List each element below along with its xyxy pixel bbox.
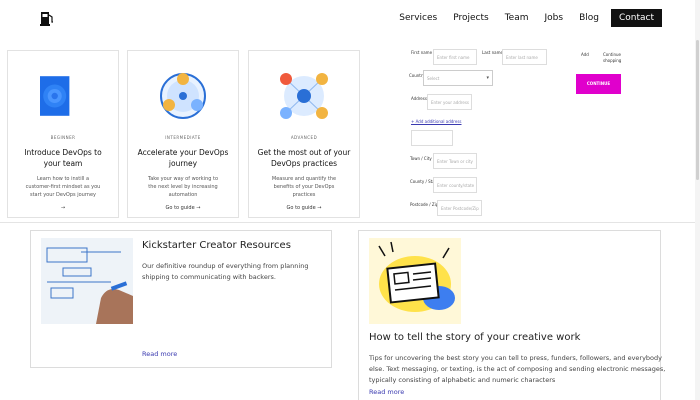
nav-projects[interactable]: Projects <box>445 9 496 27</box>
card-level: BEGINNER <box>50 135 76 140</box>
city-label: Town / City * <box>410 156 436 161</box>
card-title: Accelerate your DevOps journey <box>137 148 229 168</box>
add-additional-address-link[interactable]: + Add additional address <box>411 119 462 124</box>
chevron-down-icon: ▾ <box>486 75 489 81</box>
card-description: Take your way of working to the next lev… <box>147 176 219 198</box>
first-name-input[interactable]: Enter first name <box>433 49 477 65</box>
article-text: Our definitive roundup of everything fro… <box>142 262 309 281</box>
address-input[interactable]: Enter your address <box>427 94 472 110</box>
card-link[interactable]: → <box>8 205 118 211</box>
fuel-pump-logo-icon[interactable] <box>40 10 54 26</box>
blue-abstract-illustration <box>40 76 70 116</box>
scrollbar-thumb[interactable] <box>696 40 699 180</box>
card-title: Get the most out of your DevOps practice… <box>257 148 351 168</box>
read-more-link[interactable]: Read more <box>369 388 404 396</box>
continue-shopping-link[interactable]: Continue shopping <box>603 52 621 64</box>
page: Services Projects Team Jobs Blog Contact… <box>0 0 700 400</box>
go-to-guide-link[interactable]: Go to guide → <box>249 205 359 211</box>
nav-team[interactable]: Team <box>497 9 537 27</box>
article-title[interactable]: Kickstarter Creator Resources <box>142 240 291 251</box>
card-description: Learn how to instill a customer-first mi… <box>25 176 101 198</box>
nav-services[interactable]: Services <box>391 9 445 27</box>
devops-card-advanced[interactable]: ADVANCED Get the most out of your DevOps… <box>248 50 360 218</box>
devops-card-intermediate[interactable]: INTERMEDIATE Accelerate your DevOps jour… <box>127 50 239 218</box>
contact-button[interactable]: Contact <box>610 9 662 27</box>
city-input[interactable]: Enter Town or city <box>433 153 477 169</box>
go-to-guide-link[interactable]: Go to guide → <box>128 205 238 211</box>
read-more-link[interactable]: Read more <box>142 350 177 358</box>
main-nav: Services Projects Team Jobs Blog Contact <box>391 9 662 27</box>
nav-jobs[interactable]: Jobs <box>537 9 572 27</box>
country-select-value: Select <box>427 76 440 81</box>
article-card-kickstarter[interactable]: Kickstarter Creator Resources Our defini… <box>30 230 332 368</box>
last-name-input[interactable]: Enter last name <box>502 49 547 65</box>
card-description: Measure and quantify the benefits of you… <box>271 176 337 198</box>
address-line-2-input[interactable] <box>411 130 453 146</box>
checkout-form: First name * Enter first name Last name … <box>405 47 630 222</box>
postcode-input[interactable]: Enter Postcode/Zip <box>437 200 482 216</box>
continue-securely-button[interactable]: CONTINUE SECURELY <box>576 74 621 106</box>
devops-card-beginner[interactable]: BEGINNER Introduce DevOps to your team L… <box>7 50 119 218</box>
scrollbar[interactable] <box>695 0 700 400</box>
card-level: INTERMEDIATE <box>165 135 201 140</box>
article-title[interactable]: How to tell the story of your creative w… <box>369 332 580 343</box>
article-text: Tips for uncovering the best story you c… <box>369 354 666 384</box>
newspaper-illustration <box>369 238 461 324</box>
section-divider <box>0 222 700 223</box>
nav-blog[interactable]: Blog <box>571 9 607 27</box>
add-link[interactable]: Add <box>581 52 589 57</box>
card-level: ADVANCED <box>290 135 318 140</box>
whiteboard-photo <box>41 238 133 324</box>
state-input[interactable]: Enter county/state <box>433 177 477 193</box>
team-circle-illustration <box>160 73 206 119</box>
card-title: Introduce DevOps to your team <box>24 148 102 168</box>
article-card-creative-story[interactable]: How to tell the story of your creative w… <box>358 230 665 400</box>
first-name-label: First name * <box>411 50 436 55</box>
country-select[interactable]: Select ▾ <box>423 70 493 86</box>
network-illustration <box>280 73 328 119</box>
